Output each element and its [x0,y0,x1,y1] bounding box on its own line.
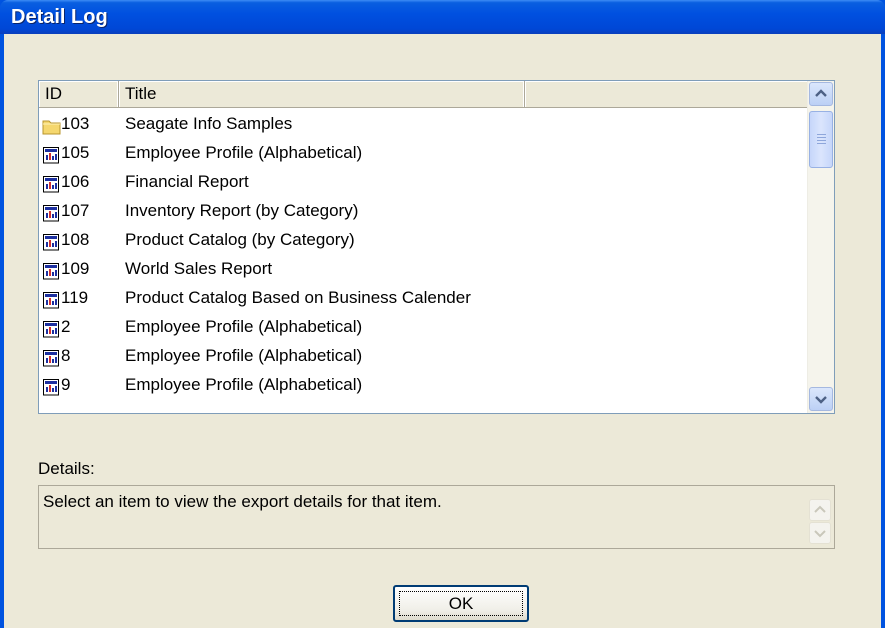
row-id: 2 [61,317,71,336]
dialog-client-area: ID Title 103 Seagate Info Samples 105 Emplo… [4,34,881,628]
chevron-up-icon [815,89,827,97]
row-title: Financial Report [125,172,249,191]
report-icon [42,260,61,280]
list-row[interactable]: 109 World Sales Report [39,254,827,283]
report-list[interactable]: ID Title 103 Seagate Info Samples 105 Emplo… [38,80,835,414]
title-bar[interactable]: Detail Log [0,0,885,34]
details-text: Select an item to view the export detail… [43,492,442,511]
row-title: Employee Profile (Alphabetical) [125,375,363,394]
row-id: 108 [61,230,90,249]
chevron-down-icon [815,396,827,404]
list-vertical-scrollbar[interactable] [807,81,834,413]
row-title: Seagate Info Samples [125,114,293,133]
row-id: 9 [61,375,71,394]
report-icon [42,376,61,396]
detail-log-window: Detail Log ID Title 103 Seagate Info Samp… [0,0,885,628]
list-row[interactable]: 106 Financial Report [39,167,827,196]
chevron-down-icon [814,530,826,538]
report-icon [42,318,61,338]
report-icon [42,347,61,367]
scroll-up-button[interactable] [809,82,833,106]
row-title: Employee Profile (Alphabetical) [125,143,363,162]
list-row[interactable]: 119 Product Catalog Based on Business Cal… [39,283,827,312]
row-id: 105 [61,143,90,162]
row-title: Employee Profile (Alphabetical) [125,346,363,365]
list-row[interactable]: 9 Employee Profile (Alphabetical) [39,370,827,399]
details-textbox[interactable]: Select an item to view the export detail… [38,485,835,549]
row-id: 8 [61,346,71,365]
report-icon [42,289,61,309]
row-id: 107 [61,201,90,220]
row-id: 109 [61,259,90,278]
row-id: 119 [61,288,89,307]
window-title: Detail Log [11,6,108,28]
row-title: Product Catalog (by Category) [125,230,355,249]
row-title: Inventory Report (by Category) [125,201,359,220]
row-title: Product Catalog Based on Business Calend… [125,288,471,307]
report-icon [42,202,61,222]
list-row[interactable]: 8 Employee Profile (Alphabetical) [39,341,827,370]
row-id: 106 [61,172,90,191]
details-scrollbar [807,486,834,548]
scroll-thumb[interactable] [809,111,833,168]
column-header-title[interactable]: Title [119,81,525,107]
details-label: Details: [38,459,95,478]
report-icon [42,173,61,193]
list-row[interactable]: 2 Employee Profile (Alphabetical) [39,312,827,341]
ok-button[interactable]: OK [393,585,529,622]
chevron-up-icon [814,505,826,513]
column-header-id[interactable]: ID [39,81,119,107]
ok-button-label: OK [448,594,474,613]
list-row[interactable]: 108 Product Catalog (by Category) [39,225,827,254]
list-row[interactable]: 103 Seagate Info Samples [39,109,827,138]
list-header: ID Title [39,81,827,108]
details-scroll-down-button [809,522,831,544]
row-title: World Sales Report [125,259,273,278]
list-row[interactable]: 107 Inventory Report (by Category) [39,196,827,225]
report-icon [42,144,61,164]
list-row[interactable]: 105 Employee Profile (Alphabetical) [39,138,827,167]
row-id: 103 [61,114,90,133]
column-header-empty[interactable] [525,81,827,107]
row-title: Employee Profile (Alphabetical) [125,317,363,336]
scroll-down-button[interactable] [809,387,833,411]
report-icon [42,231,61,251]
details-scroll-up-button [809,499,831,521]
folder-icon [42,115,61,135]
